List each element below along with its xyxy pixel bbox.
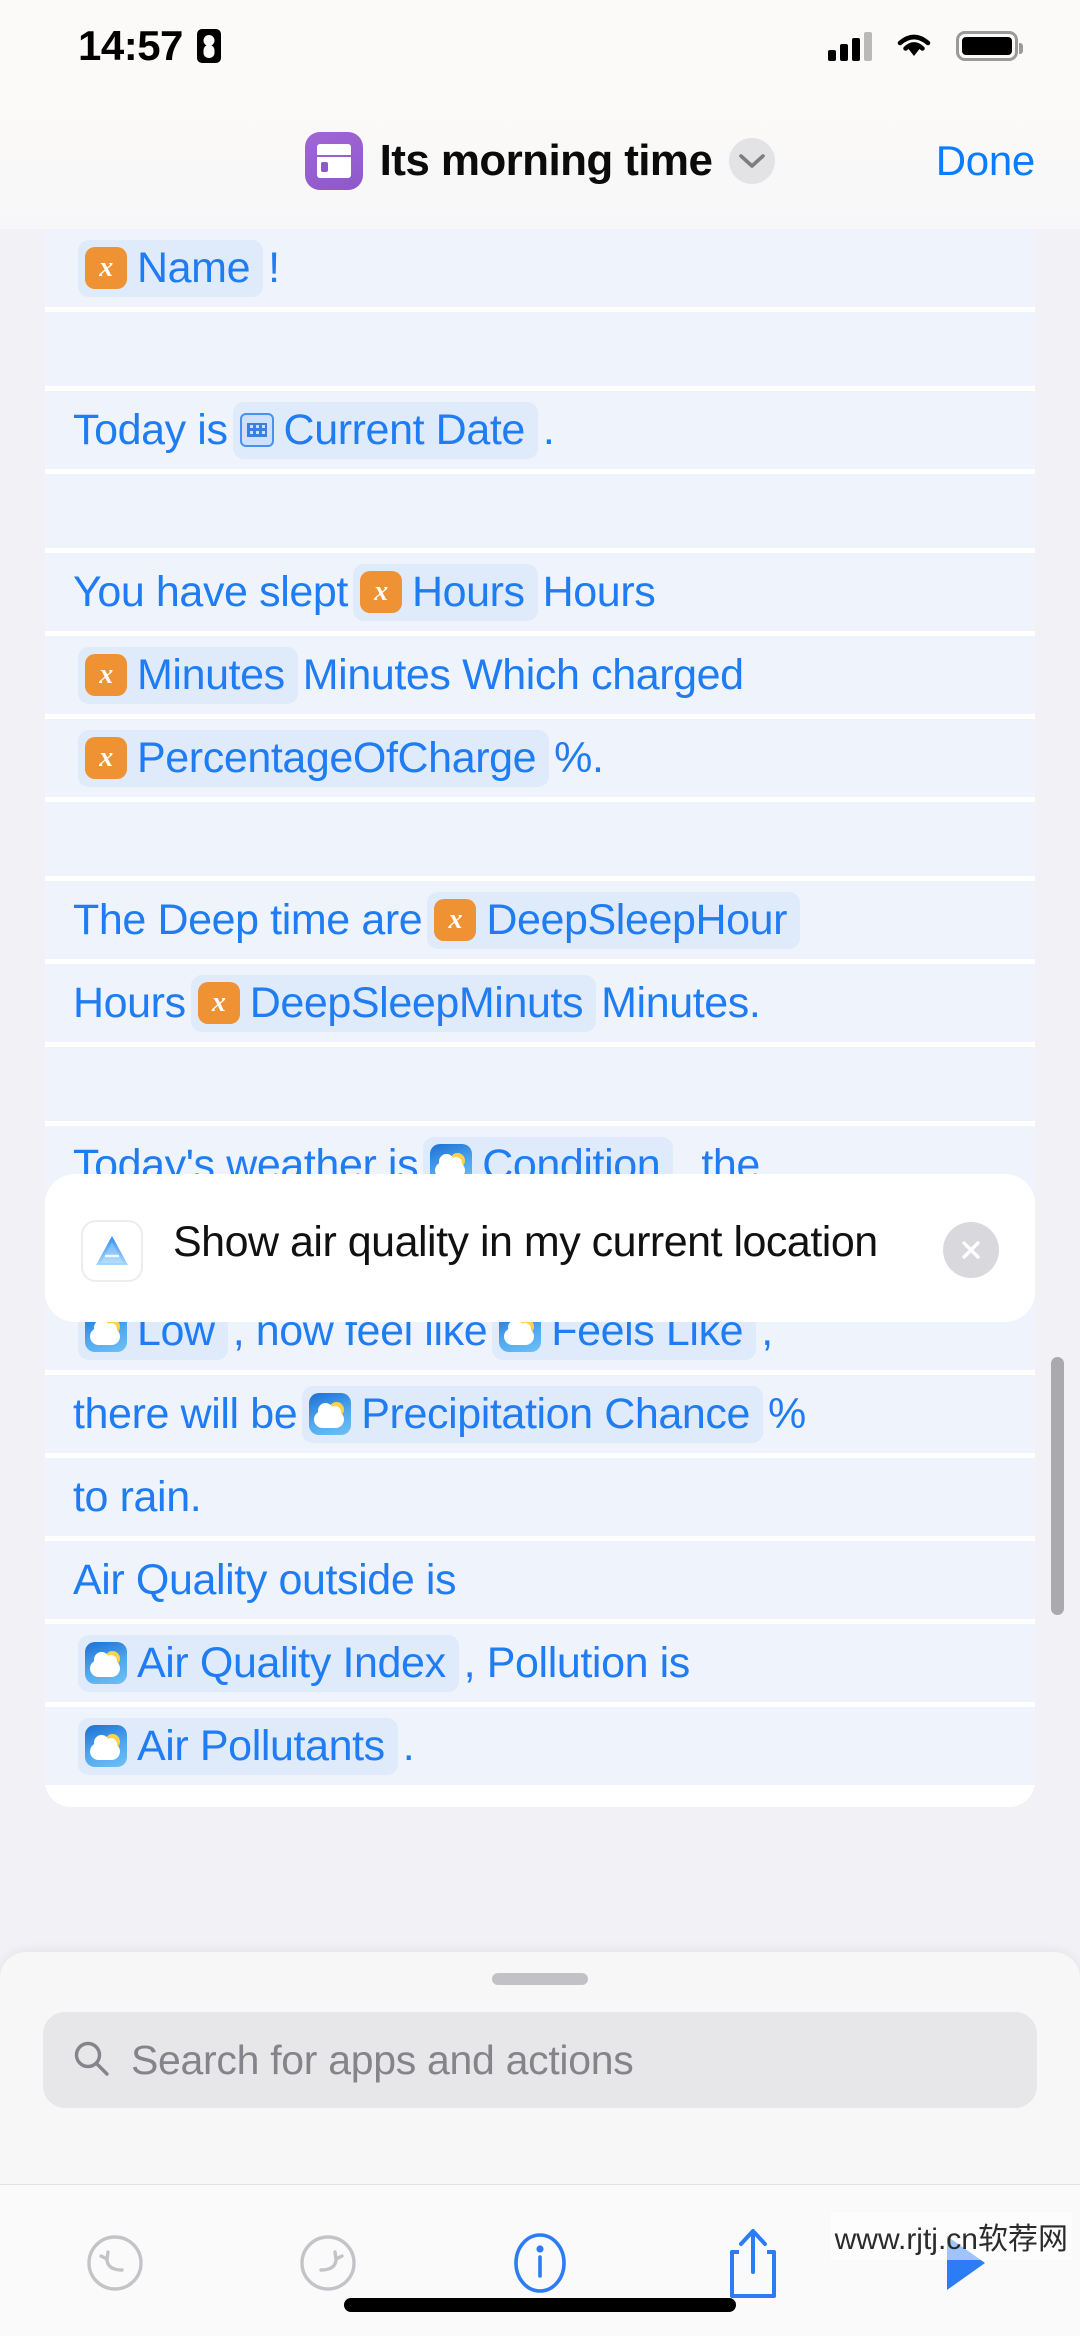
text-line[interactable]: [45, 312, 1035, 386]
variable-token-label: Minutes: [137, 650, 285, 699]
share-icon[interactable]: [698, 2217, 808, 2309]
variable-token-label: DeepSleepHour: [486, 895, 788, 944]
search-placeholder: Search for apps and actions: [131, 2036, 634, 2083]
text-line[interactable]: Air Quality Index , Pollution is: [45, 1624, 1035, 1702]
weather-app-icon: [81, 1220, 143, 1282]
variable-token-label: Hours: [411, 567, 525, 616]
static-text: %.: [554, 733, 604, 782]
status-bar: 14:57: [0, 0, 1080, 92]
static-text: to rain.: [73, 1472, 202, 1521]
text-line[interactable]: x PercentageOfCharge %.: [45, 719, 1035, 797]
variable-token-label: Air Pollutants: [137, 1721, 385, 1770]
portrait-lock-icon: [196, 29, 221, 63]
x-variable-icon: x: [85, 654, 127, 696]
text-line[interactable]: [45, 1047, 1035, 1121]
text-line[interactable]: [45, 802, 1035, 876]
text-line[interactable]: Today is Current Date .: [45, 391, 1035, 469]
x-variable-icon: x: [85, 737, 127, 779]
watermark: www.rjtj.cn软荐网: [830, 2212, 1072, 2260]
navigation-bar: Its morning time Done: [0, 92, 1080, 229]
x-variable-icon: x: [359, 571, 402, 613]
calendar-icon: [239, 413, 274, 447]
nav-title-group[interactable]: Its morning time: [0, 131, 1080, 190]
wifi-icon: [894, 29, 934, 64]
vertical-scrollbar[interactable]: [1051, 1357, 1064, 1615]
static-text: Today is: [73, 405, 228, 454]
text-line[interactable]: [45, 474, 1035, 548]
variable-token[interactable]: x DeepSleepHour: [427, 891, 801, 949]
text-line[interactable]: Air Pollutants .: [45, 1707, 1035, 1785]
home-indicator: [344, 2298, 736, 2312]
static-text: Air Quality outside is: [73, 1555, 457, 1604]
sheet-grabber[interactable]: [492, 1973, 588, 1985]
search-icon: [71, 2038, 111, 2083]
static-text: Hours: [542, 567, 656, 616]
status-time: 14:57: [78, 22, 183, 69]
static-text: You have slept: [73, 567, 348, 616]
variable-token[interactable]: x Name: [78, 239, 264, 297]
static-text: , Pollution is: [463, 1638, 691, 1687]
variable-token-label: Precipitation Chance: [361, 1389, 751, 1438]
x-variable-icon: x: [434, 899, 477, 941]
close-icon[interactable]: [943, 1222, 999, 1278]
shortcuts-icon: [304, 131, 363, 190]
variable-token[interactable]: Precipitation Chance: [302, 1385, 764, 1443]
text-line[interactable]: to rain.: [45, 1458, 1035, 1536]
text-line[interactable]: Hours x DeepSleepMinuts Minutes.: [45, 964, 1035, 1042]
variable-token[interactable]: x Minutes: [78, 646, 298, 704]
static-text: %: [768, 1389, 806, 1438]
status-bar-right: [828, 29, 1023, 64]
text-line[interactable]: The Deep time are x DeepSleepHour: [45, 881, 1035, 959]
status-bar-left: 14:57: [78, 22, 221, 70]
text-action-card[interactable]: x Name ! Today is Current Date . You have s…: [45, 229, 1035, 1807]
redo-icon[interactable]: [273, 2217, 383, 2309]
static-text: Minutes Which charged: [302, 650, 744, 699]
variable-token-label: DeepSleepMinuts: [249, 978, 584, 1027]
static-text: there will be: [73, 1389, 298, 1438]
weather-icon: [85, 1642, 127, 1684]
suggestion-row: Show air quality in my current location: [81, 1216, 999, 1282]
text-line[interactable]: there will be Precipitation Chance %: [45, 1375, 1035, 1453]
chevron-down-icon[interactable]: [729, 137, 776, 184]
variable-token[interactable]: Current Date: [232, 401, 538, 459]
variable-token[interactable]: Air Quality Index: [78, 1634, 459, 1692]
search-input[interactable]: Search for apps and actions: [43, 2012, 1037, 2108]
variable-token[interactable]: x PercentageOfCharge: [78, 729, 550, 787]
x-variable-icon: x: [85, 247, 127, 289]
static-text: .: [542, 405, 555, 454]
done-button[interactable]: Done: [936, 137, 1036, 185]
suggestion-text: Show air quality in my current location: [173, 1218, 878, 1266]
text-line[interactable]: x Minutes Minutes Which charged: [45, 636, 1035, 714]
page-title: Its morning time: [379, 135, 713, 185]
variable-token-label: Current Date: [283, 405, 526, 454]
weather-icon: [85, 1725, 127, 1767]
static-text: Minutes.: [601, 978, 761, 1027]
info-icon[interactable]: [485, 2217, 595, 2309]
variable-token[interactable]: x Hours: [352, 563, 538, 621]
static-text: !: [268, 243, 280, 292]
text-line[interactable]: x Name !: [45, 229, 1035, 307]
variable-token-label: Name: [137, 243, 251, 292]
variable-token-label: Air Quality Index: [137, 1638, 446, 1687]
text-line[interactable]: You have slept x Hours Hours: [45, 553, 1035, 631]
suggestion-card[interactable]: Show air quality in my current location: [45, 1174, 1035, 1322]
static-text: The Deep time are: [73, 895, 423, 944]
variable-token[interactable]: x DeepSleepMinuts: [190, 974, 597, 1032]
cellular-signal-icon: [828, 31, 872, 61]
editor-toolbar: [0, 2184, 1080, 2336]
weather-icon: [309, 1393, 352, 1435]
shortcut-editor-scroll[interactable]: x Name ! Today is Current Date . You have s…: [0, 229, 1080, 1952]
x-variable-icon: x: [197, 982, 240, 1024]
static-text: Hours: [73, 978, 186, 1027]
battery-icon: [956, 31, 1023, 61]
undo-icon[interactable]: [60, 2217, 170, 2309]
static-text: .: [402, 1721, 415, 1770]
action-library-sheet[interactable]: Search for apps and actions: [0, 1952, 1080, 2184]
text-line[interactable]: Air Quality outside is: [45, 1541, 1035, 1619]
variable-token-label: PercentageOfCharge: [137, 733, 537, 782]
variable-token[interactable]: Air Pollutants: [78, 1717, 398, 1775]
